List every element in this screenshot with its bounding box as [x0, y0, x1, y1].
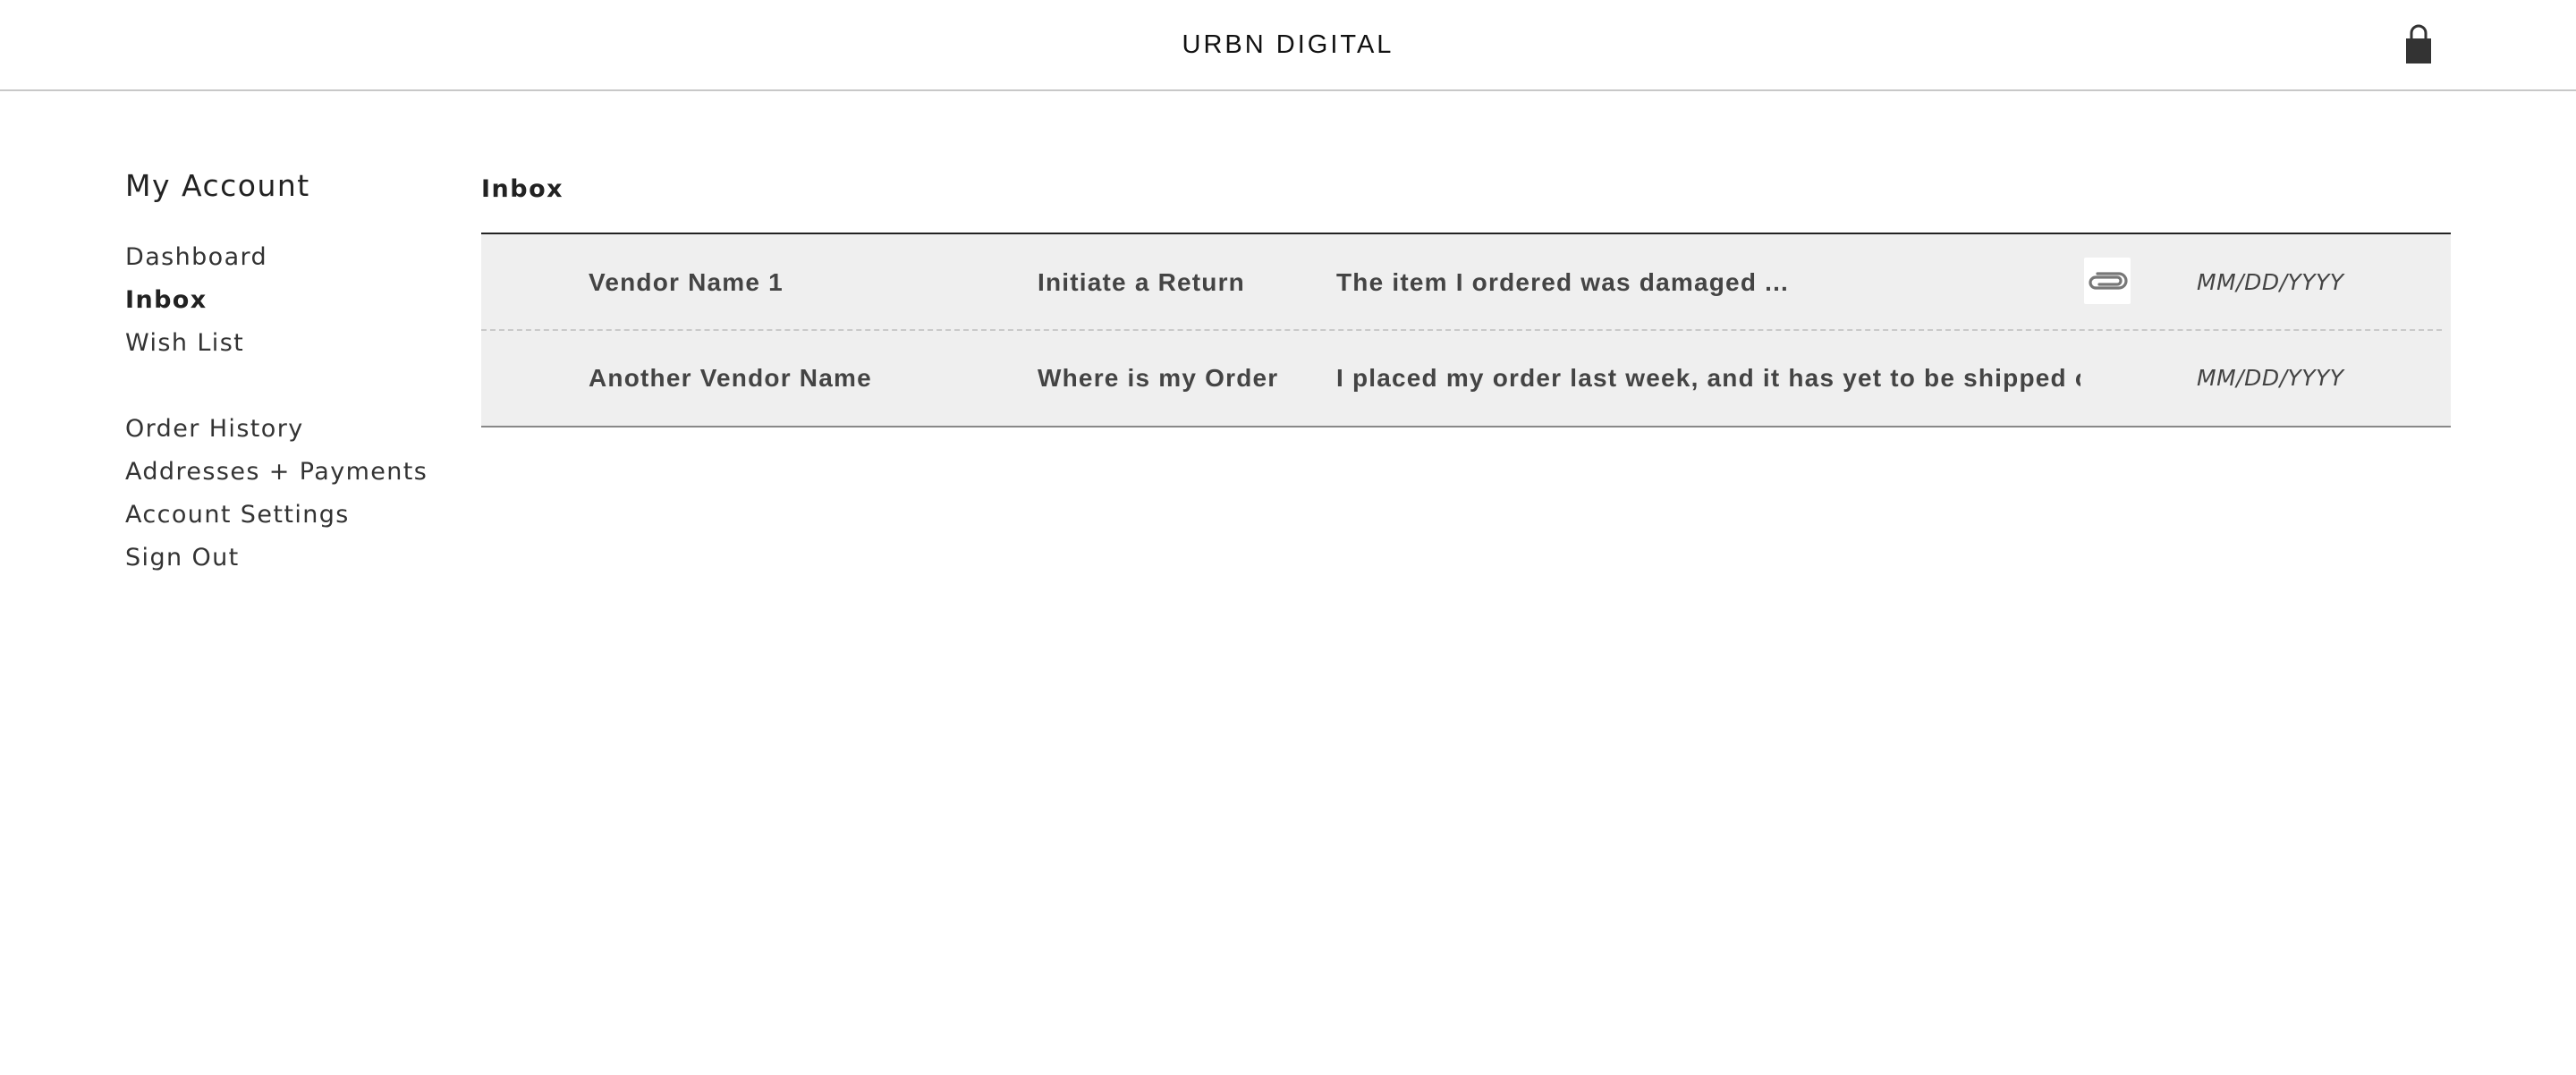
sidebar-item-wish-list[interactable]: Wish List — [125, 322, 447, 365]
message-subject: Where is my Order — [1038, 364, 1279, 392]
sidebar-item-sign-out[interactable]: Sign Out — [125, 537, 447, 580]
message-preview: I placed my order last week, and it has … — [1336, 364, 2080, 392]
message-date: MM/DD/YYYY — [2197, 365, 2344, 391]
message-date: MM/DD/YYYY — [2197, 269, 2344, 295]
message-vendor: Another Vendor Name — [589, 364, 872, 392]
inbox-panel: Inbox Vendor Name 1 Initiate a Return Th… — [481, 170, 2451, 427]
account-nav-primary: Dashboard Inbox Wish List — [125, 236, 447, 365]
account-sidebar: My Account Dashboard Inbox Wish List Ord… — [125, 163, 447, 580]
shopping-bag-icon[interactable] — [2404, 23, 2433, 64]
paperclip-icon[interactable] — [2084, 258, 2131, 304]
sidebar-item-inbox[interactable]: Inbox — [125, 279, 447, 322]
message-row[interactable]: Vendor Name 1 Initiate a Return The item… — [481, 234, 2451, 330]
brand-logo[interactable]: URBN DIGITAL — [0, 30, 2576, 60]
site-header: URBN DIGITAL — [0, 0, 2576, 91]
message-row[interactable]: Another Vendor Name Where is my Order I … — [481, 329, 2451, 426]
sidebar-item-account-settings[interactable]: Account Settings — [125, 494, 447, 537]
message-subject: Initiate a Return — [1038, 268, 1245, 296]
sidebar-item-addresses-payments[interactable]: Addresses + Payments — [125, 451, 447, 494]
sidebar-title: My Account — [125, 168, 310, 203]
message-vendor: Vendor Name 1 — [589, 268, 784, 296]
sidebar-item-order-history[interactable]: Order History — [125, 408, 447, 451]
account-nav-secondary: Order History Addresses + Payments Accou… — [125, 408, 447, 580]
message-list: Vendor Name 1 Initiate a Return The item… — [481, 233, 2451, 427]
page-title: Inbox — [481, 175, 564, 203]
sidebar-item-dashboard[interactable]: Dashboard — [125, 236, 447, 279]
message-preview: The item I ordered was damaged ... — [1336, 268, 1790, 296]
